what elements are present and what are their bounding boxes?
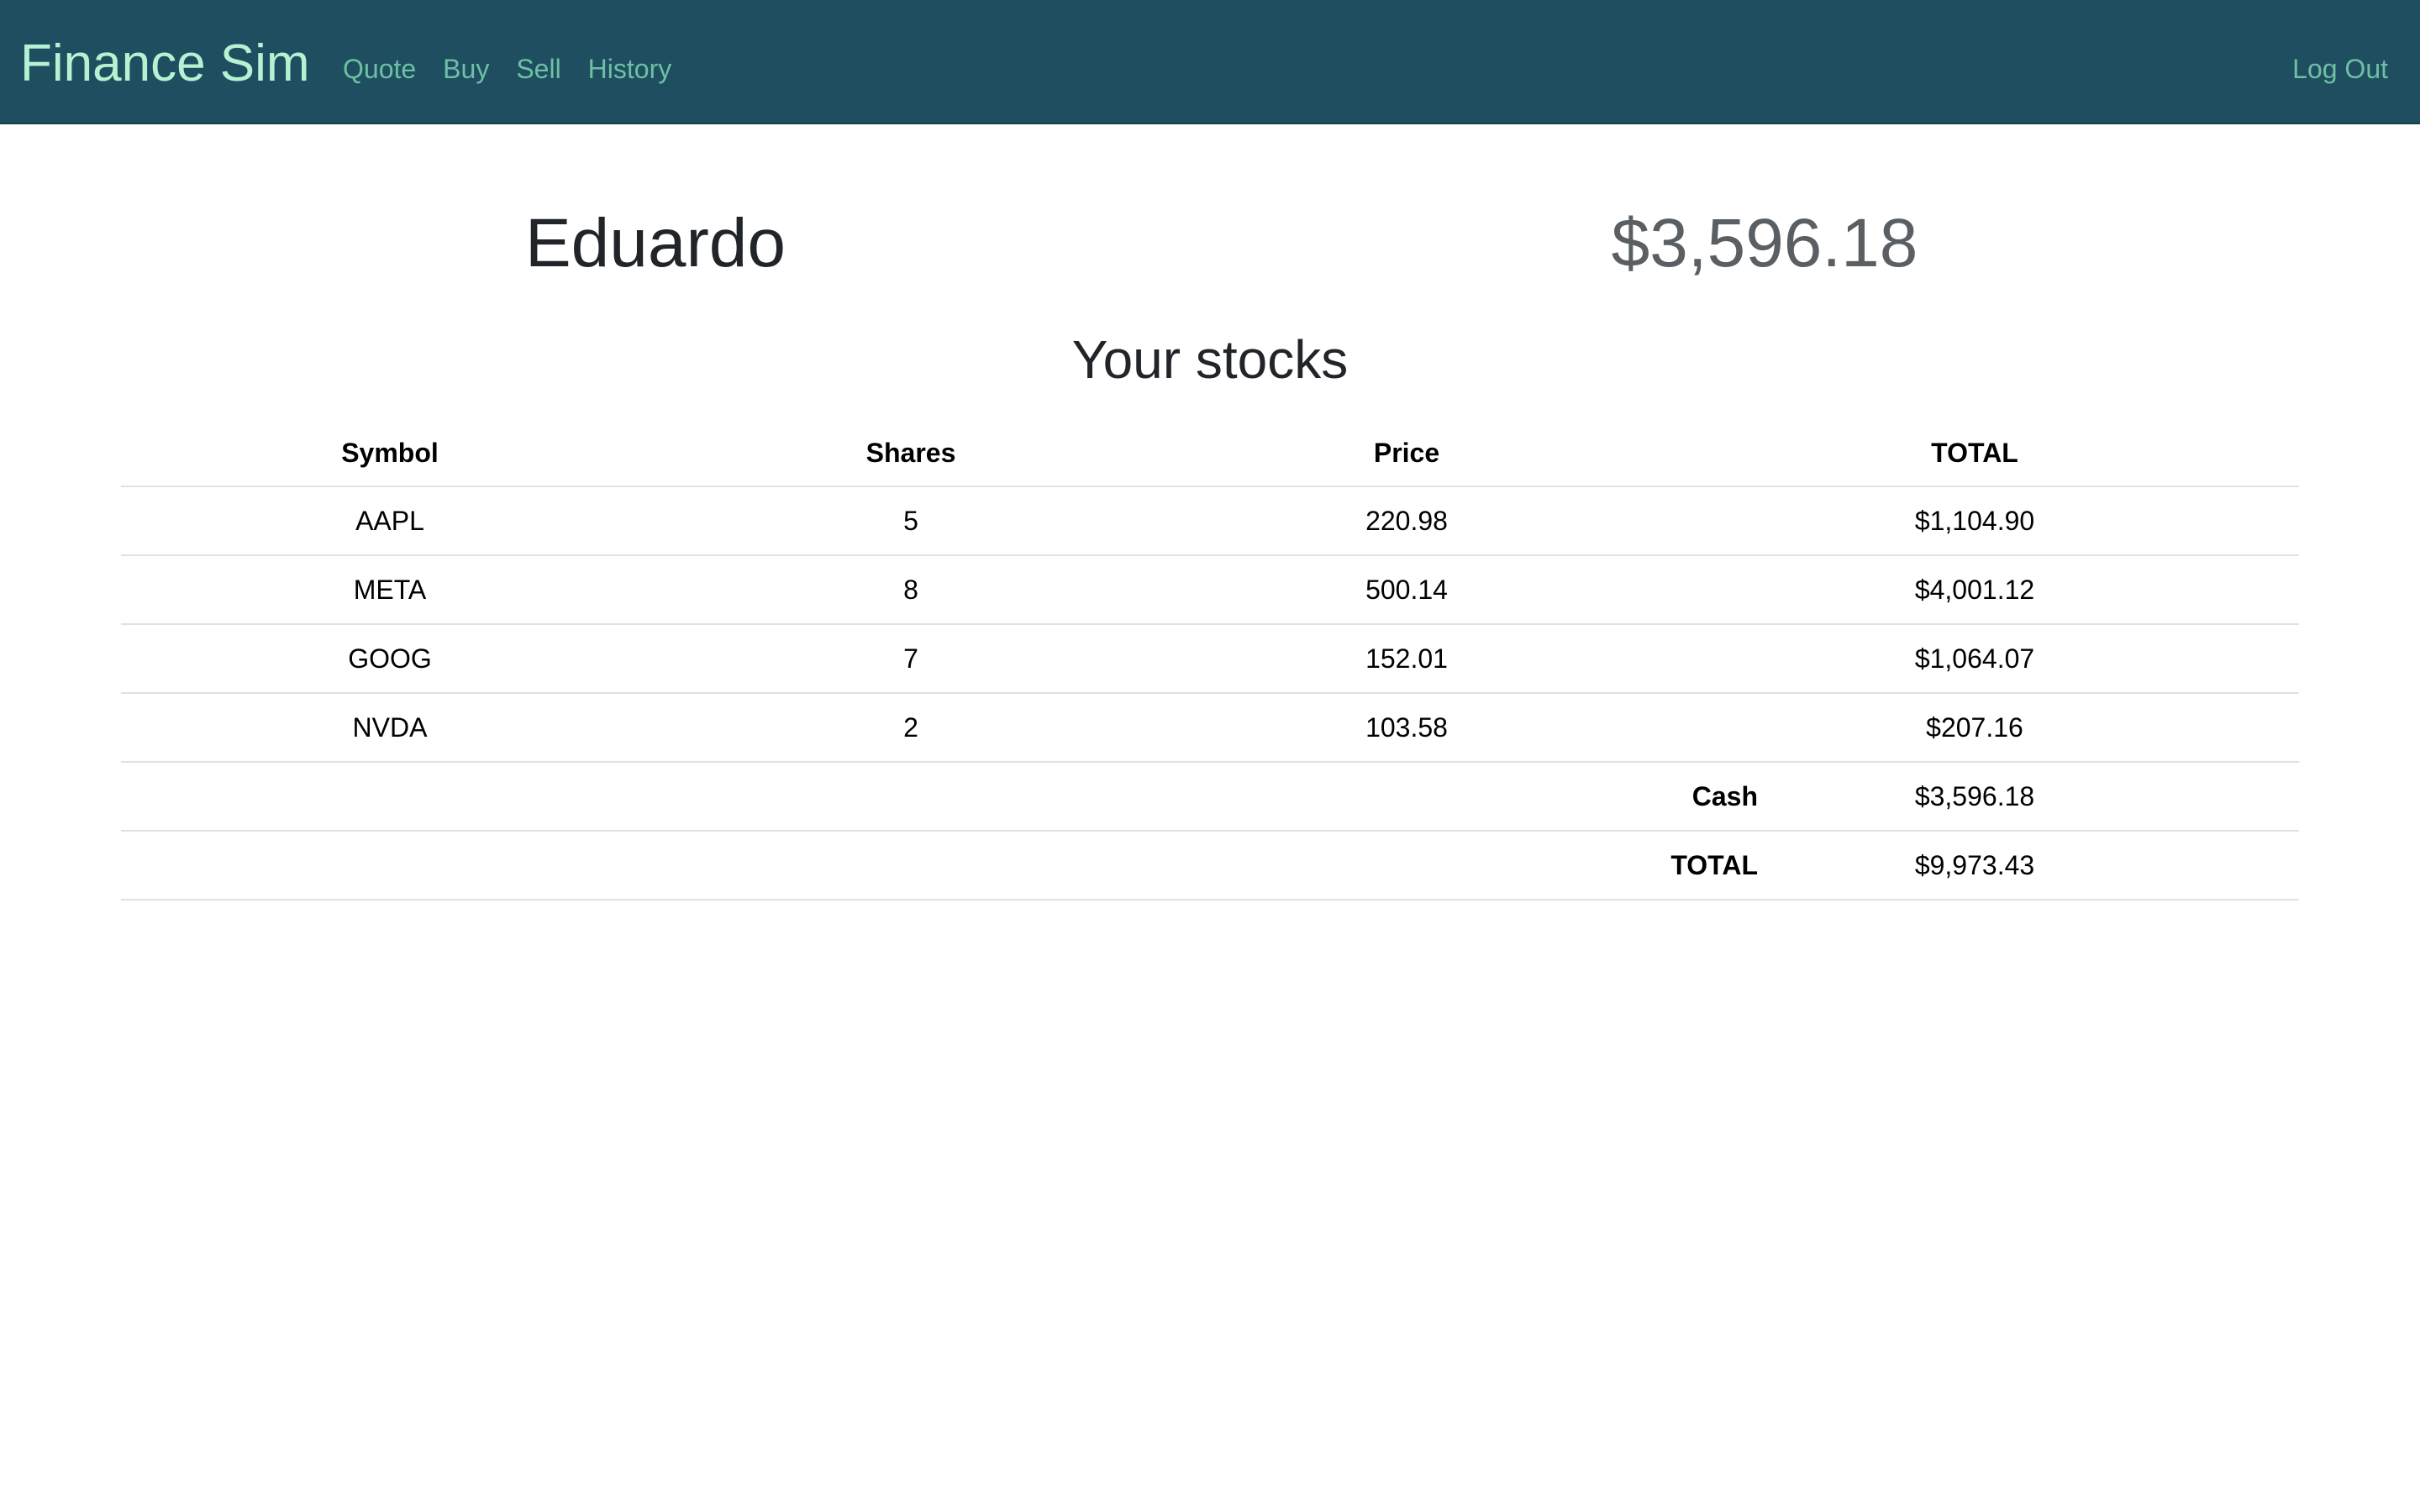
total-label-cell: TOTAL <box>1163 831 1758 900</box>
column-header-price: Price <box>1163 420 1650 487</box>
price-cell: 500.14 <box>1163 555 1650 625</box>
table-header-row: Symbol Shares Price TOTAL <box>121 420 2299 487</box>
table-row: GOOG 7 152.01 $1,064.07 <box>121 624 2299 694</box>
logout-link[interactable]: Log Out <box>2292 49 2388 89</box>
empty-cell <box>659 831 1163 900</box>
column-header-symbol: Symbol <box>121 420 659 487</box>
table-row: NVDA 2 103.58 $207.16 <box>121 693 2299 763</box>
price-cell: 152.01 <box>1163 624 1650 694</box>
nav-link-buy[interactable]: Buy <box>443 49 489 89</box>
column-header-shares: Shares <box>659 420 1163 487</box>
price-cell: 220.98 <box>1163 486 1650 556</box>
cash-label-cell: Cash <box>1163 762 1758 832</box>
empty-cell <box>121 831 659 900</box>
shares-cell: 7 <box>659 624 1163 694</box>
nav-link-quote[interactable]: Quote <box>343 49 416 89</box>
cash-row: Cash $3,596.18 <box>121 762 2299 832</box>
total-cell: $1,104.90 <box>1650 486 2299 556</box>
column-header-total: TOTAL <box>1650 420 2299 487</box>
brand-link[interactable]: Finance Sim <box>20 30 310 97</box>
shares-cell: 8 <box>659 555 1163 625</box>
total-cell: $207.16 <box>1650 693 2299 763</box>
table-row: AAPL 5 220.98 $1,104.90 <box>121 486 2299 556</box>
nav-links: Quote Buy Sell History <box>343 49 698 89</box>
symbol-cell: GOOG <box>121 624 659 694</box>
cash-label: Cash <box>1691 780 1758 811</box>
table-row: META 8 500.14 $4,001.12 <box>121 555 2299 625</box>
total-cell: $4,001.12 <box>1650 555 2299 625</box>
empty-cell <box>121 762 659 832</box>
empty-cell <box>659 762 1163 832</box>
symbol-cell: NVDA <box>121 693 659 763</box>
nav-link-sell[interactable]: Sell <box>516 49 560 89</box>
total-cell: $1,064.07 <box>1650 624 2299 694</box>
stocks-table: Symbol Shares Price TOTAL AAPL 5 220.98 … <box>121 420 2299 900</box>
symbol-cell: AAPL <box>121 486 659 556</box>
total-label: TOTAL <box>1670 849 1758 880</box>
navbar: Finance Sim Quote Buy Sell History Log O… <box>0 0 2420 124</box>
shares-cell: 5 <box>659 486 1163 556</box>
nav-link-history[interactable]: History <box>588 49 672 89</box>
section-title: Your stocks <box>1071 329 1349 390</box>
price-cell: 103.58 <box>1163 693 1650 763</box>
shares-cell: 2 <box>659 693 1163 763</box>
grand-total-row: TOTAL $9,973.43 <box>121 831 2299 900</box>
symbol-cell: META <box>121 555 659 625</box>
cash-balance-heading: $3,596.18 <box>1611 205 1918 281</box>
